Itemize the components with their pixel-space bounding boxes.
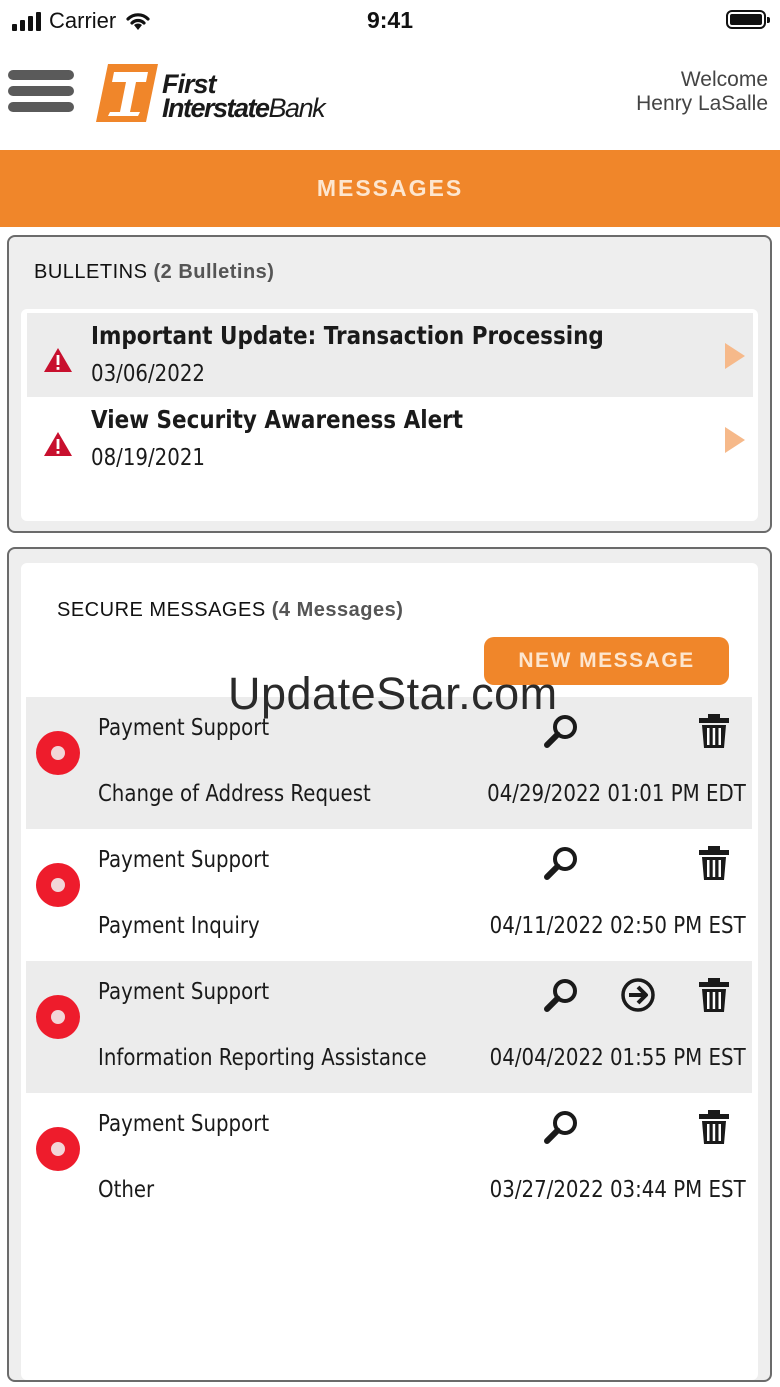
- carrier-info: Carrier: [12, 8, 152, 34]
- welcome-greeting: Welcome: [680, 68, 768, 91]
- magnifier-icon[interactable]: [542, 975, 582, 1015]
- magnifier-icon[interactable]: [542, 1107, 582, 1147]
- battery-icon: [726, 10, 770, 29]
- bulletins-title: BULLETINS: [34, 261, 148, 283]
- trash-icon[interactable]: [694, 843, 734, 883]
- magnifier-icon[interactable]: [542, 843, 582, 883]
- trash-icon[interactable]: [694, 711, 734, 751]
- wifi-icon: [126, 13, 150, 30]
- message-subject: Information Reporting Assistance: [98, 1045, 427, 1071]
- warning-icon: [44, 432, 72, 456]
- unread-indicator-icon: [36, 863, 80, 907]
- message-date: 04/29/2022 01:01 PM EDT: [487, 781, 746, 807]
- bulletins-heading: BULLETINS (2 Bulletins): [34, 261, 274, 284]
- bank-logo: First InterstateBank: [94, 62, 354, 124]
- unread-indicator-icon: [36, 995, 80, 1039]
- signal-icon: [12, 11, 41, 31]
- message-date: 04/04/2022 01:55 PM EST: [489, 1045, 746, 1071]
- status-bar: Carrier 9:41: [0, 0, 780, 44]
- bulletins-list: Important Update: Transaction Processing…: [21, 309, 758, 521]
- hamburger-menu-icon[interactable]: [8, 70, 74, 116]
- bulletin-item[interactable]: View Security Awareness Alert 08/19/2021: [27, 397, 753, 481]
- unread-indicator-icon: [36, 1127, 80, 1171]
- message-subject: Payment Inquiry: [98, 913, 260, 939]
- logo-line2: InterstateBank: [162, 93, 326, 123]
- message-row[interactable]: Payment Support Payment Inquiry 04/11/20…: [26, 829, 752, 961]
- logo-line2-thin: Bank: [268, 93, 326, 123]
- bulletin-title: View Security Awareness Alert: [91, 405, 464, 434]
- trash-icon[interactable]: [694, 1107, 734, 1147]
- forward-arrow-icon[interactable]: [618, 975, 658, 1015]
- trash-icon[interactable]: [694, 975, 734, 1015]
- carrier-label: Carrier: [49, 8, 117, 33]
- message-subject: Other: [98, 1177, 155, 1203]
- bank-logo-mark: [96, 64, 158, 122]
- message-subject: Change of Address Request: [98, 781, 371, 807]
- watermark-text: UpdateStar.com: [228, 668, 558, 719]
- chevron-right-icon: [725, 343, 745, 369]
- message-sender: Payment Support: [98, 979, 270, 1005]
- page-title: MESSAGES: [316, 175, 464, 201]
- bulletin-item[interactable]: Important Update: Transaction Processing…: [27, 313, 753, 397]
- message-sender: Payment Support: [98, 847, 270, 873]
- message-row[interactable]: Payment Support Information Reporting As…: [26, 961, 752, 1093]
- warning-icon: [44, 348, 72, 372]
- message-date: 04/11/2022 02:50 PM EST: [489, 913, 746, 939]
- bank-name: First InterstateBank: [162, 71, 326, 123]
- messages-heading: SECURE MESSAGES (4 Messages): [57, 599, 403, 622]
- app-header: First InterstateBank Welcome Henry LaSal…: [0, 50, 780, 148]
- user-name: Henry LaSalle: [636, 92, 768, 115]
- bulletin-date: 08/19/2021: [91, 445, 206, 471]
- bulletin-title: Important Update: Transaction Processing: [91, 321, 604, 350]
- bulletin-date: 03/06/2022: [91, 361, 206, 387]
- messages-count: (4 Messages): [271, 599, 404, 621]
- messages-title: SECURE MESSAGES: [57, 599, 266, 621]
- message-sender: Payment Support: [98, 1111, 270, 1137]
- message-date: 03/27/2022 03:44 PM EST: [489, 1177, 746, 1203]
- page-title-bar: MESSAGES: [0, 150, 780, 227]
- welcome-text: Welcome Henry LaSalle: [636, 68, 768, 116]
- logo-line2-bold: Interstate: [162, 93, 270, 123]
- message-row[interactable]: Payment Support Other 03/27/2022 03:44 P…: [26, 1093, 752, 1225]
- bulletins-panel: BULLETINS (2 Bulletins) Important Update…: [7, 235, 772, 533]
- unread-indicator-icon: [36, 731, 80, 775]
- bulletins-count: (2 Bulletins): [153, 261, 275, 283]
- chevron-right-icon: [725, 427, 745, 453]
